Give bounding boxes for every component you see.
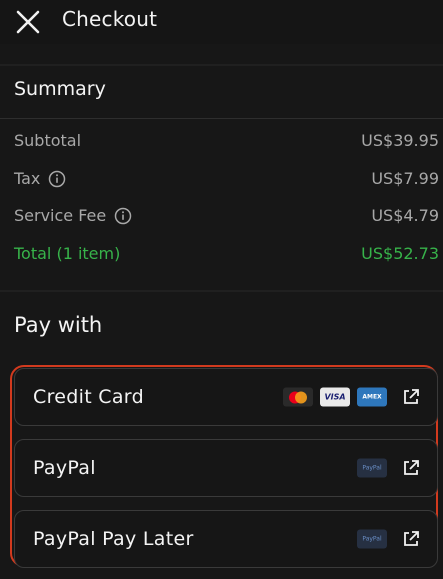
service-fee-row: Service Fee US$4.79	[14, 206, 439, 232]
external-link-icon	[404, 531, 419, 546]
paypal-icon: PayPal	[357, 458, 387, 478]
mastercard-icon	[283, 387, 313, 407]
summary-title: Summary	[14, 78, 106, 100]
tax-row: Tax US$7.99	[14, 169, 439, 195]
service-fee-value: US$4.79	[371, 206, 439, 225]
close-icon	[16, 10, 40, 34]
payment-option-paypal[interactable]: PayPal PayPal	[14, 439, 438, 497]
payment-option-credit-card[interactable]: Credit Card VISA AMEX	[14, 368, 438, 426]
payment-option-paypal-pay-later[interactable]: PayPal Pay Later PayPal	[14, 510, 438, 568]
payment-option-label: Credit Card	[33, 386, 144, 408]
subtotal-value: US$39.95	[361, 131, 439, 150]
service-fee-label: Service Fee	[14, 206, 107, 225]
page-title: Checkout	[62, 7, 158, 31]
payment-option-label: PayPal	[33, 457, 96, 479]
amex-icon: AMEX	[357, 387, 387, 407]
card-brand-icons: VISA AMEX	[283, 387, 387, 407]
pay-with-title: Pay with	[14, 313, 103, 337]
info-icon[interactable]	[48, 170, 66, 188]
close-button[interactable]	[12, 6, 44, 38]
visa-icon: VISA	[320, 387, 350, 407]
summary-divider	[0, 118, 443, 119]
header-divider	[0, 64, 443, 66]
total-label: Total (1 item)	[14, 244, 121, 263]
total-row: Total (1 item) US$52.73	[14, 244, 439, 270]
info-icon[interactable]	[114, 207, 132, 225]
paypal-icon: PayPal	[357, 529, 387, 549]
header-bar: Checkout	[0, 0, 443, 44]
payment-option-label: PayPal Pay Later	[33, 528, 194, 550]
subtotal-label: Subtotal	[14, 131, 82, 150]
tax-label: Tax	[14, 169, 41, 188]
total-value: US$52.73	[361, 244, 439, 263]
subtotal-row: Subtotal US$39.95	[14, 131, 439, 157]
tax-value: US$7.99	[371, 169, 439, 188]
summary-bottom-divider	[0, 290, 443, 292]
external-link-icon	[404, 389, 419, 404]
external-link-icon	[404, 460, 419, 475]
